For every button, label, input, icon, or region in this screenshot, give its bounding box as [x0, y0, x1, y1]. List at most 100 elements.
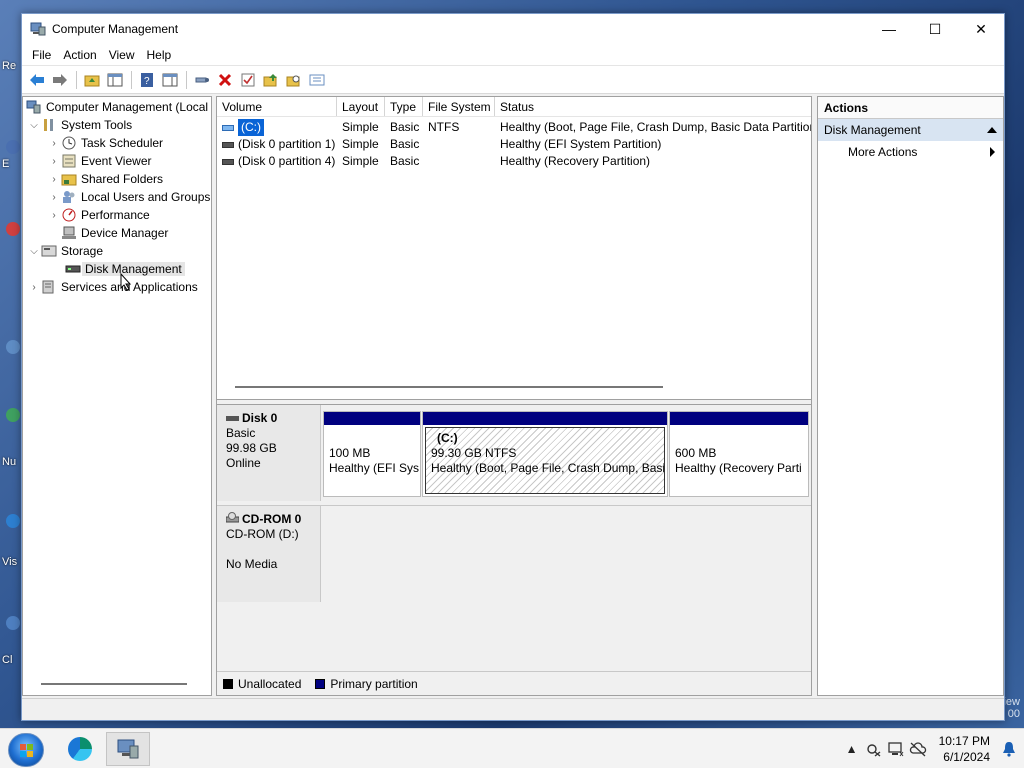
show-hide-action-pane-button[interactable] [159, 69, 181, 91]
tree-item-label: Disk Management [82, 262, 185, 276]
tree-item-storage[interactable]: ⌵ Storage [23, 242, 211, 260]
title-bar[interactable]: Computer Management — ☐ ✕ [22, 14, 1004, 44]
tree-item-root[interactable]: Computer Management (Local [23, 98, 211, 116]
column-header-layout[interactable]: Layout [337, 97, 385, 116]
connect-virtual-disk-button[interactable] [191, 69, 213, 91]
chevron-down-icon[interactable]: ⌵ [27, 246, 41, 257]
properties-button[interactable] [237, 69, 259, 91]
forward-button[interactable] [49, 69, 71, 91]
volume-row[interactable]: (Disk 0 partition 4) Simple Basic Health… [217, 153, 811, 170]
back-button[interactable] [26, 69, 48, 91]
menu-help[interactable]: Help [141, 44, 178, 66]
maximize-button[interactable]: ☐ [912, 14, 958, 44]
partition-c[interactable]: (C:) 99.30 GB NTFS Healthy (Boot, Page F… [422, 411, 668, 497]
users-icon [61, 190, 77, 204]
help-icon: ? [141, 72, 153, 87]
minimize-button[interactable]: — [866, 14, 912, 44]
tree-item-performance[interactable]: › Performance [23, 206, 211, 224]
more-actions-item[interactable]: More Actions [818, 141, 1003, 163]
menu-action[interactable]: Action [57, 44, 102, 66]
storage-icon [41, 244, 57, 258]
view-button[interactable] [306, 69, 328, 91]
show-hidden-icons-chevron-up-icon[interactable]: ▲ [841, 738, 863, 760]
collapse-up-icon[interactable] [987, 127, 997, 133]
up-one-level-button[interactable] [81, 69, 103, 91]
tree-item-label: Storage [61, 244, 104, 258]
status-bar [22, 698, 1004, 720]
desktop-icon-label[interactable]: E [2, 158, 9, 170]
tree-item-device-manager[interactable]: Device Manager [23, 224, 211, 242]
taskbar-clock[interactable]: 10:17 PM 6/1/2024 [929, 733, 998, 765]
desktop-app-icon[interactable] [6, 408, 20, 422]
desktop-icon-label[interactable]: Vis [2, 556, 17, 568]
tree-item-event-viewer[interactable]: › Event Viewer [23, 152, 211, 170]
help-button[interactable]: ? [136, 69, 158, 91]
computer-management-icon [26, 100, 42, 114]
desktop-icon-label[interactable]: Cl [2, 654, 12, 666]
cloud-offline-icon[interactable] [907, 738, 929, 760]
column-header-status[interactable]: Status [495, 97, 811, 116]
chevron-right-icon[interactable]: › [47, 156, 61, 167]
legend-label: Primary partition [330, 676, 418, 691]
chevron-right-icon[interactable]: › [47, 192, 61, 203]
cdrom-empty-area [321, 506, 811, 602]
import-button[interactable] [283, 69, 305, 91]
column-header-file-system[interactable]: File System [423, 97, 495, 116]
tree-item-local-users-groups[interactable]: › Local Users and Groups [23, 188, 211, 206]
export-folder-icon [263, 73, 277, 86]
taskbar-edge-button[interactable] [58, 732, 102, 766]
network-settings-icon[interactable] [863, 738, 885, 760]
tree-item-label: Computer Management (Local [46, 100, 209, 114]
chevron-right-icon[interactable]: › [47, 210, 61, 221]
volume-row[interactable]: (Disk 0 partition 1) Simple Basic Health… [217, 136, 811, 153]
volume-icon [222, 124, 234, 131]
delete-button[interactable] [214, 69, 236, 91]
partition-efi[interactable]: 100 MB Healthy (EFI Sys [323, 411, 421, 497]
export-list-button[interactable] [260, 69, 282, 91]
display-icon[interactable] [885, 738, 907, 760]
volume-icon [222, 141, 234, 148]
tree-item-task-scheduler[interactable]: › Task Scheduler [23, 134, 211, 152]
close-button[interactable]: ✕ [958, 14, 1004, 44]
toolbar-separator [76, 70, 77, 89]
volume-row[interactable]: (C:) Simple Basic NTFS Healthy (Boot, Pa… [217, 119, 811, 136]
volume-name: (C:) [238, 119, 264, 136]
tree-item-label: System Tools [61, 118, 133, 132]
show-hide-console-tree-button[interactable] [104, 69, 126, 91]
column-header-type[interactable]: Type [385, 97, 423, 116]
desktop-icon-label[interactable]: Re [2, 60, 16, 72]
column-header-volume[interactable]: Volume [217, 97, 337, 116]
desktop-app-icon[interactable] [6, 340, 20, 354]
volume-status: Healthy (Boot, Page File, Crash Dump, Ba… [500, 120, 811, 134]
tree-item-shared-folders[interactable]: › Shared Folders [23, 170, 211, 188]
folder-search-icon [286, 75, 300, 86]
horizontal-scrollbar[interactable] [41, 683, 187, 685]
menu-view[interactable]: View [103, 44, 141, 66]
desktop-icon-label[interactable]: Nu [2, 456, 16, 468]
desktop-app-icon[interactable] [6, 222, 20, 236]
desktop-app-icon[interactable] [6, 616, 20, 630]
desktop-app-icon[interactable] [6, 514, 20, 528]
volume-file-system [423, 153, 495, 170]
disk-info[interactable]: Disk 0 Basic 99.98 GB Online [217, 405, 321, 501]
console-tree: Computer Management (Local ⌵ System Tool… [22, 96, 212, 696]
tree-item-disk-management[interactable]: Disk Management [23, 260, 211, 278]
cdrom-media: No Media [226, 557, 278, 571]
chevron-right-icon[interactable]: › [27, 282, 41, 293]
menu-file[interactable]: File [26, 44, 57, 66]
chevron-down-icon[interactable]: ⌵ [27, 120, 41, 131]
chevron-right-icon[interactable]: › [47, 138, 61, 149]
desktop-app-icon[interactable] [6, 140, 20, 154]
start-button[interactable] [8, 733, 44, 767]
partition-bar [670, 412, 808, 425]
taskbar-computer-management-button[interactable] [106, 732, 150, 766]
horizontal-scrollbar[interactable] [235, 386, 663, 388]
clock-icon [61, 136, 77, 150]
cdrom-info[interactable]: CD-ROM 0 CD-ROM (D:) No Media [217, 506, 321, 602]
chevron-right-icon[interactable]: › [47, 174, 61, 185]
notification-bell-icon[interactable] [998, 738, 1020, 760]
actions-section-disk-management[interactable]: Disk Management [818, 119, 1003, 141]
tree-item-services-applications[interactable]: › Services and Applications [23, 278, 211, 296]
partition-recovery[interactable]: 600 MB Healthy (Recovery Parti [669, 411, 809, 497]
tree-item-system-tools[interactable]: ⌵ System Tools [23, 116, 211, 134]
